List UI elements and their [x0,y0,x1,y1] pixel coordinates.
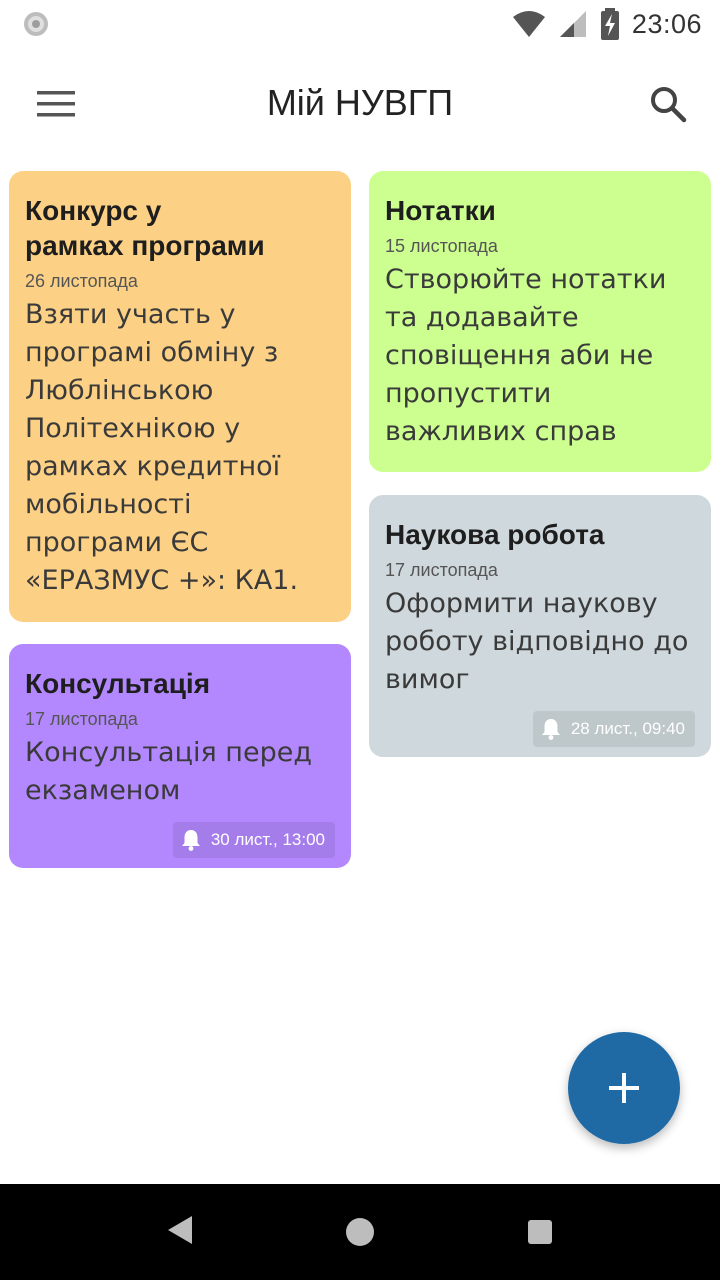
note-card-research[interactable]: Наукова робота 17 листопада Оформити нау… [369,495,711,757]
note-date: 15 листопада [385,236,498,256]
wifi-icon [512,11,545,37]
search-icon [651,87,687,123]
note-body: Оформити наукову роботу відповідно до ви… [385,588,689,695]
back-icon[interactable] [166,1214,194,1246]
search-button[interactable] [634,76,702,132]
note-title: Консультація [25,668,211,699]
note-title: Наукова робота [385,519,605,550]
reminder-chip[interactable]: 30 лист., 13:00 [172,822,335,858]
bell-icon [541,719,560,740]
reminder-chip[interactable]: 28 лист., 09:40 [532,711,695,747]
note-body: Консультація перед екзаменом [25,737,312,806]
reminder-time: 28 лист., 09:40 [570,719,685,738]
note-card-contest[interactable]: Конкурс у рамках програми 26 листопада В… [9,171,351,622]
home-icon[interactable] [346,1218,374,1246]
status-time: 23:06 [631,8,702,39]
reminder-time: 30 лист., 13:00 [210,830,325,849]
recent-apps-icon[interactable] [528,1220,552,1244]
sync-status-icon [24,12,48,36]
note-card-consultation[interactable]: Консультація 17 листопада Консультація п… [9,644,351,868]
cell-signal-icon [559,11,586,37]
note-date: 17 листопада [25,709,138,729]
note-title: Конкурс у рамках програми [25,195,265,261]
app-bar: Мій НУВГП [0,56,720,152]
status-right-group: 23:06 [512,8,702,40]
status-bar: 23:06 [0,0,720,48]
note-card-notes[interactable]: Нотатки 15 листопада Створюйте нотатки т… [369,171,711,472]
note-title: Нотатки [385,195,496,226]
note-date: 26 листопада [25,271,138,291]
battery-charging-icon [600,8,619,40]
plus-icon [609,1073,639,1103]
note-body: Взяти участь у програмі обміну з Люблінс… [25,299,299,596]
system-navigation-bar [0,1184,720,1280]
add-note-fab[interactable] [568,1032,680,1144]
page-title: Мій НУВГП [266,82,454,123]
note-body: Створюйте нотатки та додавайте сповіщенн… [385,264,667,447]
note-date: 17 листопада [385,560,498,580]
bell-icon [181,830,200,851]
